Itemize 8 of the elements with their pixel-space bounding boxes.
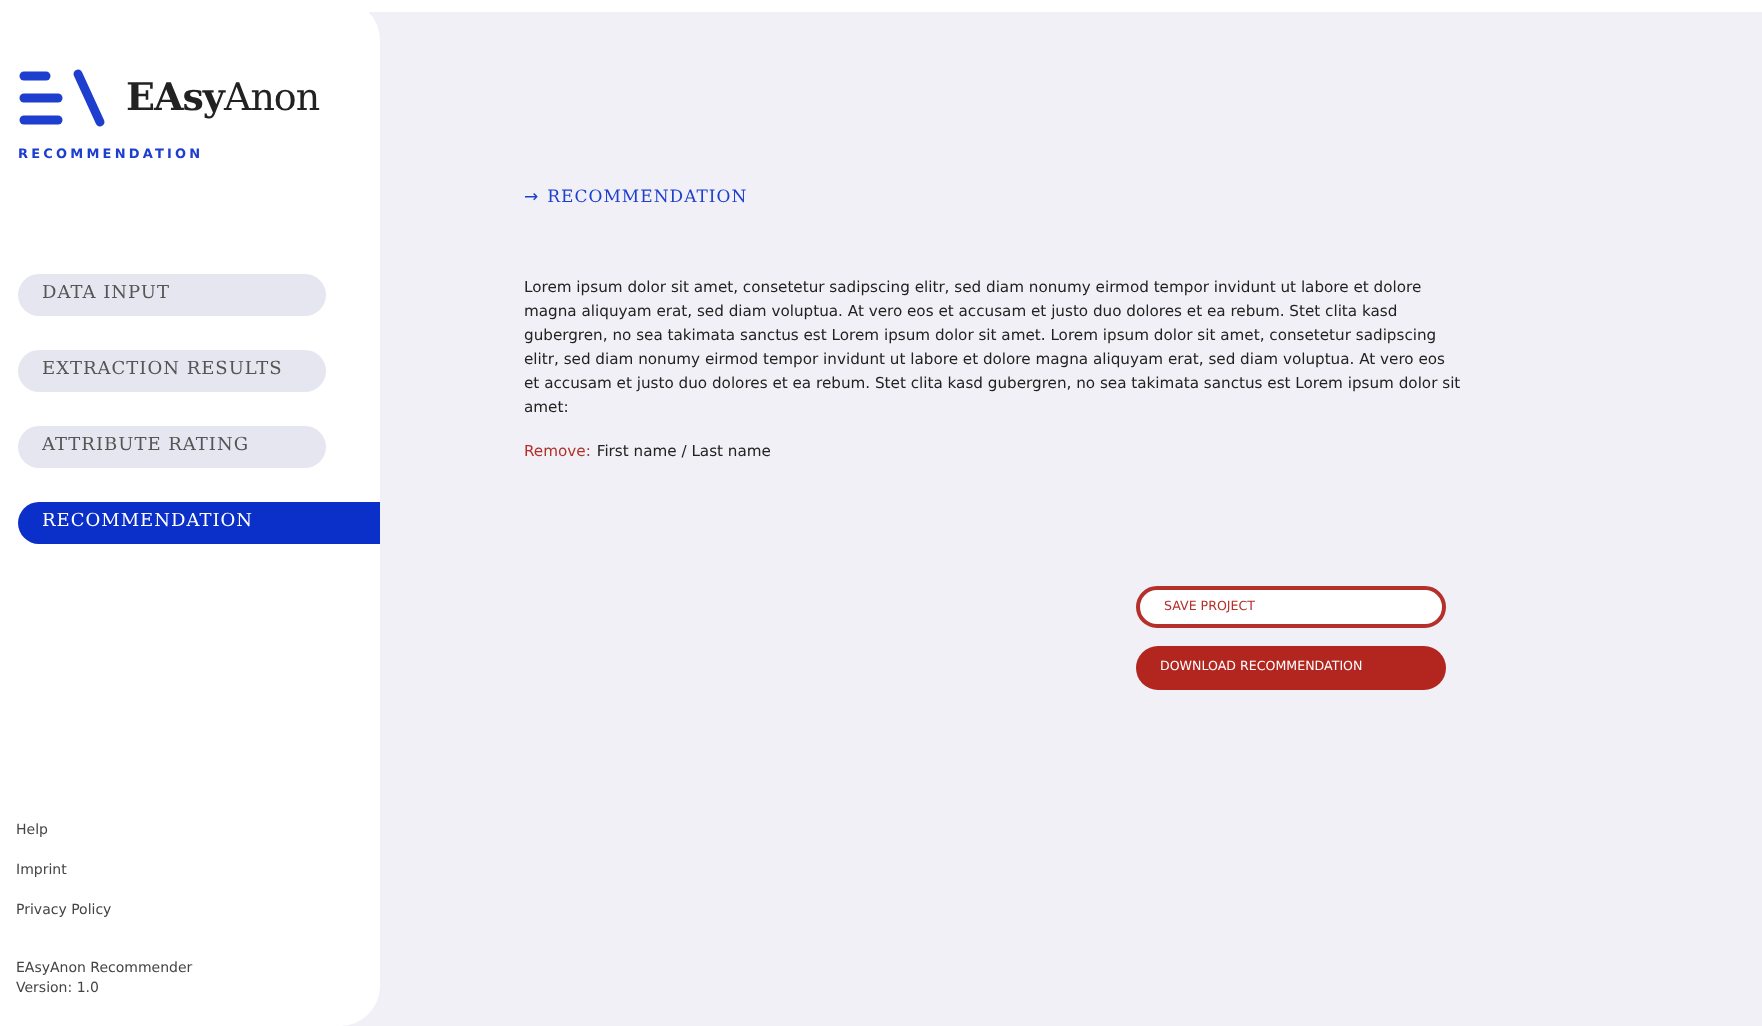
nav-item[interactable]: RECOMMENDATION — [18, 502, 380, 544]
nav-item[interactable]: ATTRIBUTE RATING — [18, 426, 326, 468]
logo-icon — [18, 68, 106, 128]
section-heading: RECOMMENDATION — [547, 188, 748, 208]
app-logo-text: EAsyAnon — [126, 76, 320, 120]
arrow-icon: → — [524, 188, 540, 208]
nav-item[interactable]: EXTRACTION RESULTS — [18, 350, 326, 392]
nav-item[interactable]: DATA INPUT — [18, 274, 326, 316]
